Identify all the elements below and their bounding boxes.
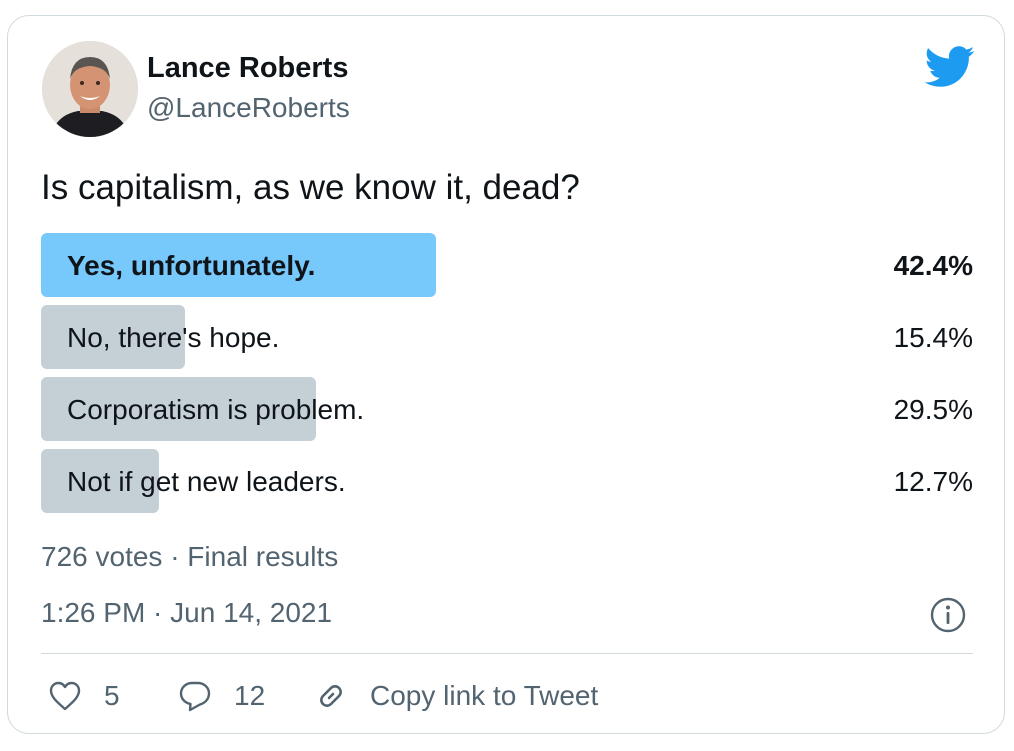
link-icon	[320, 685, 342, 707]
poll-option-percent: 29.5%	[893, 394, 973, 425]
poll-option-label: Yes, unfortunately.	[67, 250, 316, 281]
poll-option-label: Corporatism is problem.	[67, 394, 365, 425]
tweet-timestamp[interactable]: 1:26 PM · Jun 14, 2021	[41, 597, 332, 629]
poll-option-2: No, there's hope. 15.4%	[41, 305, 973, 369]
copy-link-label: Copy link to Tweet	[370, 680, 599, 711]
poll-option-percent: 42.4%	[893, 250, 973, 281]
reply-button[interactable]: 12	[178, 676, 265, 716]
poll-option-percent: 12.7%	[893, 466, 973, 497]
poll-option-label: Not if get new leaders.	[67, 466, 346, 497]
tweet-card[interactable]: Lance Roberts @LanceRoberts Is capitalis…	[7, 15, 1005, 734]
poll-summary: 726 votes · Final results	[41, 541, 339, 572]
tweet-text: Is capitalism, as we know it, dead?	[41, 168, 580, 207]
poll-option-label: No, there's hope.	[67, 322, 280, 353]
poll-option-3: Corporatism is problem. 29.5%	[41, 377, 973, 441]
author-handle[interactable]: @LanceRoberts	[147, 92, 350, 124]
like-count: 5	[104, 680, 120, 711]
copy-link-button[interactable]: Copy link to Tweet	[314, 676, 598, 716]
poll-option-percent: 15.4%	[893, 322, 973, 353]
author-name[interactable]: Lance Roberts	[147, 52, 348, 85]
avatar[interactable]	[42, 41, 138, 137]
divider	[41, 653, 973, 654]
reply-icon	[179, 681, 211, 712]
info-icon[interactable]	[929, 596, 967, 634]
twitter-bird-icon[interactable]	[924, 46, 976, 88]
reply-count: 12	[234, 680, 266, 711]
poll-option-4: Not if get new leaders. 12.7%	[41, 449, 973, 513]
heart-icon	[49, 681, 81, 711]
avatar-photo	[42, 41, 138, 137]
like-button[interactable]: 5	[48, 676, 120, 716]
poll-option-1: Yes, unfortunately. 42.4%	[41, 233, 973, 297]
